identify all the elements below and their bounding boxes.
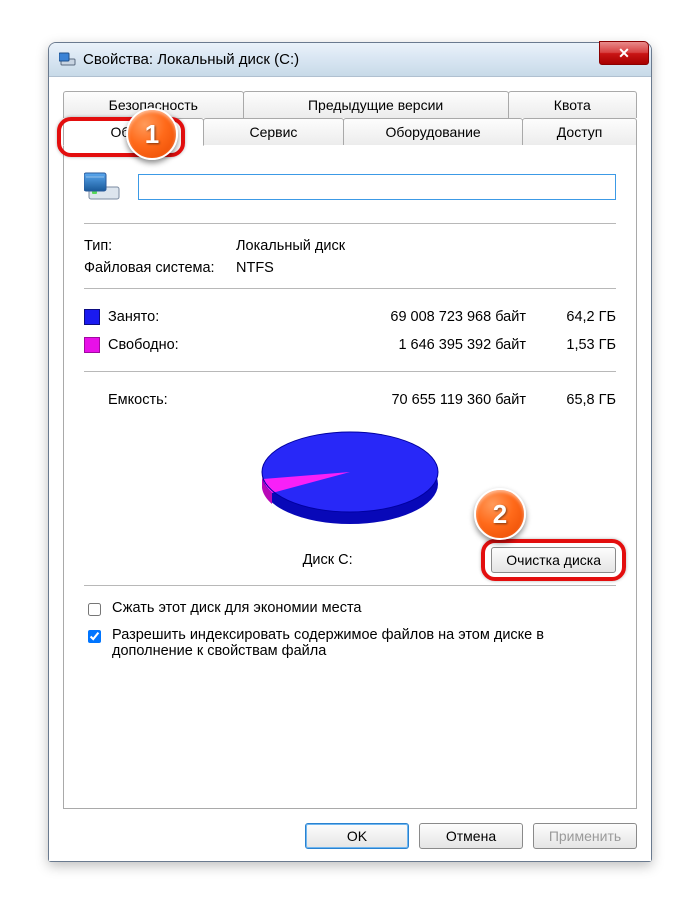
close-icon: ✕ xyxy=(618,45,630,62)
filesystem-label: Файловая система: xyxy=(84,260,236,276)
filesystem-value: NTFS xyxy=(236,260,274,276)
compress-label: Сжать этот диск для экономии места xyxy=(112,600,361,616)
type-value: Локальный диск xyxy=(236,238,345,254)
tab-page-general: Тип: Локальный диск Файловая система: NT… xyxy=(63,145,637,809)
pie-chart xyxy=(84,426,616,541)
free-gb: 1,53 ГБ xyxy=(526,331,616,359)
capacity-row: Емкость: 70 655 119 360 байт 65,8 ГБ xyxy=(84,386,616,414)
titlebar[interactable]: Свойства: Локальный диск (C:) ✕ xyxy=(49,43,651,77)
tab-tools[interactable]: Сервис xyxy=(203,118,344,146)
annotation-badge-2: 2 xyxy=(474,488,526,540)
index-checkbox-row: Разрешить индексировать содержимое файло… xyxy=(84,627,616,659)
client-area: Безопасность Предыдущие версии Квота Общ… xyxy=(49,77,651,861)
divider xyxy=(84,371,616,372)
volume-label-input[interactable] xyxy=(138,174,616,200)
cancel-button[interactable]: Отмена xyxy=(419,823,523,849)
divider xyxy=(84,223,616,224)
used-bytes: 69 008 723 968 байт xyxy=(266,303,526,331)
tab-previous-versions[interactable]: Предыдущие версии xyxy=(243,91,509,118)
index-label: Разрешить индексировать содержимое файло… xyxy=(112,627,616,659)
free-label: Свободно: xyxy=(108,337,179,353)
type-label: Тип: xyxy=(84,238,236,254)
annotation-badge-1: 1 xyxy=(126,108,178,160)
used-label: Занято: xyxy=(108,309,159,325)
used-space-row: Занято: 69 008 723 968 байт 64,2 ГБ xyxy=(84,303,616,331)
properties-dialog: Свойства: Локальный диск (C:) ✕ Безопасн… xyxy=(48,42,652,862)
window-title: Свойства: Локальный диск (C:) xyxy=(83,51,645,68)
used-swatch xyxy=(84,309,100,325)
pie-label: Диск C: xyxy=(84,552,491,568)
dialog-button-bar: OK Отмена Применить xyxy=(63,809,637,849)
disk-cleanup-button[interactable]: Очистка диска xyxy=(491,547,616,573)
close-button[interactable]: ✕ xyxy=(599,41,649,65)
free-bytes: 1 646 395 392 байт xyxy=(266,331,526,359)
free-space-row: Свободно: 1 646 395 392 байт 1,53 ГБ xyxy=(84,331,616,359)
used-gb: 64,2 ГБ xyxy=(526,303,616,331)
divider xyxy=(84,288,616,289)
index-checkbox[interactable] xyxy=(88,630,101,643)
compress-checkbox-row: Сжать этот диск для экономии места xyxy=(84,600,616,619)
apply-button[interactable]: Применить xyxy=(533,823,637,849)
capacity-gb: 65,8 ГБ xyxy=(526,386,616,414)
drive-large-icon xyxy=(84,169,124,205)
compress-checkbox[interactable] xyxy=(88,603,101,616)
tab-sharing[interactable]: Доступ xyxy=(522,118,637,146)
space-table: Занято: 69 008 723 968 байт 64,2 ГБ Своб… xyxy=(84,303,616,359)
capacity-bytes: 70 655 119 360 байт xyxy=(254,386,527,414)
drive-icon xyxy=(59,51,77,69)
capacity-label: Емкость: xyxy=(108,392,168,408)
ok-button[interactable]: OK xyxy=(305,823,409,849)
tab-hardware[interactable]: Оборудование xyxy=(343,118,523,146)
divider xyxy=(84,585,616,586)
tab-quota[interactable]: Квота xyxy=(508,91,637,118)
free-swatch xyxy=(84,337,100,353)
